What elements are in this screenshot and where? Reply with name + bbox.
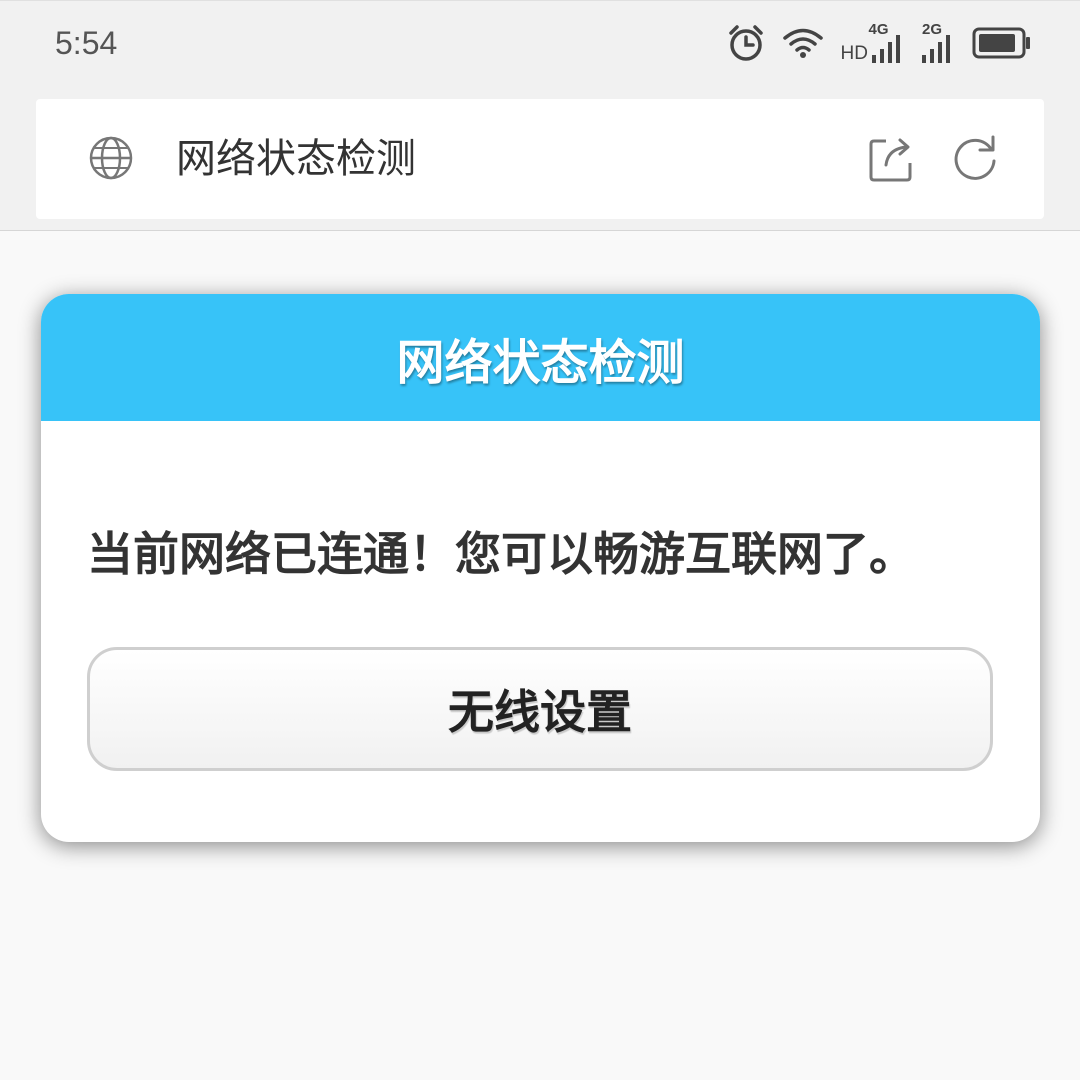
alarm-icon [728,25,763,61]
browser-header: 网络状态检测 [0,88,1080,231]
status-icons: HD 4G 2G [727,21,1032,65]
globe-icon [89,136,133,180]
dialog-title: 网络状态检测 [396,334,685,391]
battery-icon [972,27,1030,59]
dialog-message: 当前网络已连通！您可以畅游互联网了。 [87,527,915,581]
signal-2g: 2G [922,21,954,63]
wifi-icon [782,28,823,58]
signal-4g: HD 4G [840,21,904,64]
dialog-header: 网络状态检测 [41,294,1040,421]
signal-2g-label: 2G [922,21,943,38]
status-bar: 5:54 HD 4G 2G [0,0,1080,88]
network-status-dialog: 网络状态检测 当前网络已连通！您可以畅游互联网了。 无线设置 [41,294,1040,842]
refresh-icon[interactable] [950,133,1000,183]
browser-page-title: 网络状态检测 [176,136,416,182]
signal-hd-label: HD [840,43,868,64]
address-bar[interactable]: 网络状态检测 [36,99,1044,219]
wifi-settings-button[interactable]: 无线设置 [87,647,993,771]
share-icon[interactable] [868,133,916,183]
status-time: 5:54 [55,25,118,61]
signal-4g-label: 4G [868,21,889,38]
